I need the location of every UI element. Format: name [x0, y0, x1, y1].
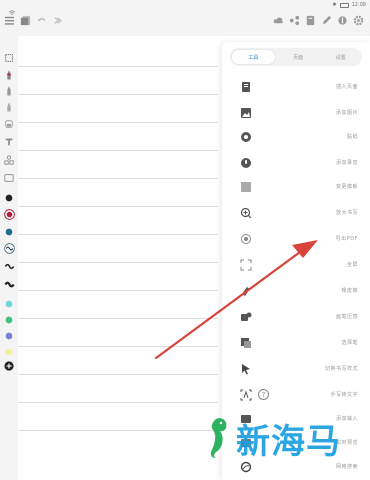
color-black-dot[interactable]: [3, 192, 15, 204]
battery-icon: [339, 2, 349, 8]
top-toolbar: [0, 12, 370, 32]
page-icon: [240, 81, 252, 93]
menu-item-pen-pressure[interactable]: 画笔压感: [222, 306, 370, 328]
ruled-line: [18, 402, 218, 403]
cloud-icon[interactable]: [273, 15, 284, 26]
tab-pages[interactable]: 页面: [277, 48, 320, 66]
cursor-icon: [240, 363, 252, 375]
color-teal-dot[interactable]: [3, 226, 15, 238]
menu-item-writing-style[interactable]: 切换书写样式: [222, 358, 370, 380]
ruled-line: [18, 234, 218, 235]
brush-icon[interactable]: [3, 100, 15, 112]
menu-item-label: 放大书写: [335, 210, 358, 216]
ruled-line: [18, 206, 218, 207]
sticky-note-icon[interactable]: [3, 172, 15, 184]
add-color-icon[interactable]: [3, 360, 15, 372]
search-icon: [240, 461, 252, 473]
ruled-line: [18, 262, 218, 263]
menu-item-zoom-write[interactable]: 放大书写: [222, 202, 370, 224]
ruled-line: [18, 94, 218, 95]
menu-item-label: 网格搜索: [335, 464, 358, 470]
seahorse-logo-icon: [210, 418, 227, 458]
ruled-line: [18, 122, 218, 123]
ocr-icon: [240, 389, 252, 401]
menu-item-sticker[interactable]: 贴纸: [222, 126, 370, 148]
note-icon[interactable]: [305, 15, 316, 26]
menu-item-add-image[interactable]: 添加图片: [222, 102, 370, 124]
color-green-dot[interactable]: [3, 314, 15, 326]
menu-item-label: 添加图片: [335, 110, 358, 116]
image-icon: [240, 107, 252, 119]
menu-item-eraser[interactable]: 橡皮擦: [222, 280, 370, 302]
menu-item-label: 变更模板: [335, 184, 358, 190]
color-cyan-dot[interactable]: [3, 298, 15, 310]
status-bar: ✱ 12:08: [0, 0, 370, 15]
pages-icon[interactable]: [20, 15, 31, 26]
undo-icon[interactable]: [36, 15, 47, 26]
select-pen-icon: [240, 337, 252, 349]
watermark: 新海马: [206, 414, 356, 462]
lasso-icon[interactable]: [3, 52, 15, 64]
menu-item-label: 手写转文字: [330, 392, 358, 398]
wifi-icon: [8, 1, 16, 15]
menu-item-label: 选择笔: [341, 340, 358, 346]
menu-item-label: 切换书写样式: [324, 366, 358, 372]
menu-item-export-pdf[interactable]: 导出PDF: [222, 228, 370, 250]
menu-item-label: 插入页面: [335, 84, 358, 90]
tab-tools[interactable]: 工具: [232, 50, 275, 64]
menu-item-label: 橡皮擦: [341, 288, 358, 294]
eraser-tool-icon[interactable]: [3, 118, 15, 130]
pen-pressure-icon: [240, 311, 252, 323]
marker-red-icon[interactable]: [3, 68, 15, 80]
watermark-text: 新海马: [236, 421, 341, 462]
template-icon: [240, 181, 252, 193]
menu-item-label: 导出PDF: [335, 236, 358, 242]
ruled-line: [18, 318, 218, 319]
ruled-line: [18, 150, 218, 151]
pen-icon[interactable]: [321, 15, 332, 26]
mic-icon: [240, 157, 252, 169]
ruled-line: [18, 178, 218, 179]
export-pdf-icon: [240, 233, 252, 245]
eraser-icon: [240, 285, 252, 297]
stroke-thin-icon[interactable]: [3, 242, 15, 254]
panel-tabs: 工具 页面 设置: [230, 48, 362, 66]
menu-item-label: 贴纸: [346, 134, 358, 140]
shapes-icon[interactable]: [3, 154, 15, 166]
status-time: 12:08: [351, 2, 366, 8]
color-crimson-dot[interactable]: [3, 208, 15, 220]
fullscreen-icon: [240, 259, 252, 271]
ruled-line: [18, 290, 218, 291]
settings-icon[interactable]: [353, 15, 364, 26]
sticker-icon: [240, 131, 252, 143]
ruled-line: [18, 346, 218, 347]
ruled-line: [18, 374, 218, 375]
menu-item-ocr[interactable]: ? 手写转文字: [222, 384, 370, 406]
stroke-medium-icon[interactable]: [3, 260, 15, 272]
ruled-line: [18, 66, 218, 67]
redo-icon[interactable]: [52, 15, 63, 26]
share-icon[interactable]: [289, 15, 300, 26]
help-icon[interactable]: ?: [258, 389, 269, 400]
menu-item-add-recording[interactable]: 添加录音: [222, 152, 370, 174]
pencil-icon[interactable]: [3, 84, 15, 96]
zoom-write-icon: [240, 207, 252, 219]
status-right: ✱ 12:08: [332, 0, 366, 10]
menu-item-label: 画笔压感: [335, 314, 358, 320]
stroke-thick-icon[interactable]: [3, 278, 15, 290]
color-purple-dot[interactable]: [3, 330, 15, 342]
menu-item-label: 添加录音: [335, 160, 358, 166]
menu-item-change-template[interactable]: 变更模板: [222, 176, 370, 198]
menu-item-select-pen[interactable]: 选择笔: [222, 332, 370, 354]
color-yellow-dot[interactable]: [3, 346, 15, 358]
menu-item-label: 全屏: [346, 262, 358, 268]
outline-icon[interactable]: [4, 15, 15, 26]
tab-settings[interactable]: 设置: [319, 48, 362, 66]
menu-item-insert-page[interactable]: 插入页面: [222, 76, 370, 98]
more-icon[interactable]: [337, 15, 348, 26]
text-tool-icon[interactable]: [3, 136, 15, 148]
bluetooth-icon: ✱: [332, 2, 337, 8]
ruled-line: [18, 430, 218, 431]
menu-item-fullscreen[interactable]: 全屏: [222, 254, 370, 276]
